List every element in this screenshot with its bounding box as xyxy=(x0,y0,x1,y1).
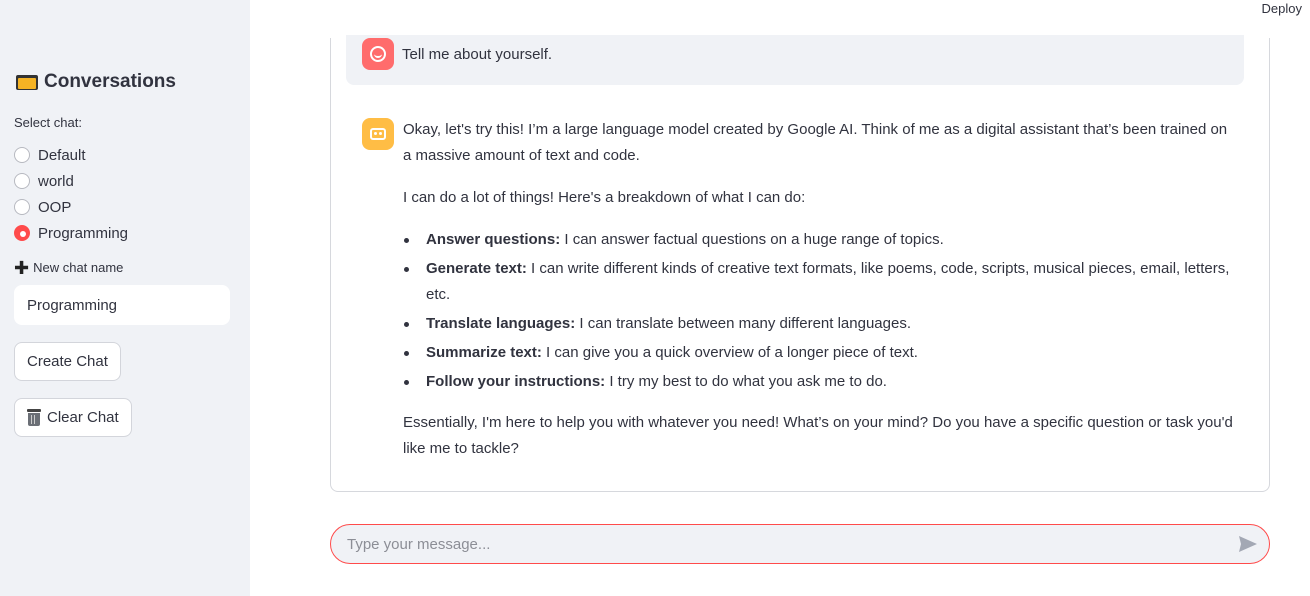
user-message-text: Tell me about yourself. xyxy=(402,46,553,63)
new-chat-label-text: New chat name xyxy=(33,260,124,275)
user-avatar-icon xyxy=(362,38,394,70)
select-chat-label: Select chat: xyxy=(14,115,82,130)
assistant-intro: Okay, let's try this! I’m a large langua… xyxy=(403,121,1228,164)
assistant-message-content: Okay, let's try this! I’m a large langua… xyxy=(403,117,1239,478)
folder-icon xyxy=(16,74,38,90)
radio-button-selected[interactable] xyxy=(14,225,30,241)
new-chat-name-input[interactable] xyxy=(14,285,230,325)
chat-option-oop[interactable]: OOP xyxy=(14,194,128,220)
radio-button[interactable] xyxy=(14,173,30,189)
chat-option-label: Programming xyxy=(38,224,129,242)
deploy-button[interactable]: Deploy xyxy=(1262,1,1302,16)
user-message: Tell me about yourself. xyxy=(346,35,1244,85)
assistant-message: Okay, let's try this! I’m a large langua… xyxy=(330,38,1270,492)
list-item: Follow your instructions: I try my best … xyxy=(403,369,1239,395)
chat-input-container xyxy=(330,524,1270,564)
assistant-closing: Essentially, I'm here to help you with w… xyxy=(403,414,1233,457)
radio-button[interactable] xyxy=(14,199,30,215)
sidebar-title-text: Conversations xyxy=(44,71,176,92)
send-icon[interactable] xyxy=(1238,535,1258,553)
chat-option-default[interactable]: Default xyxy=(14,142,128,168)
sidebar-title: Conversations xyxy=(16,71,176,93)
chat-option-programming[interactable]: Programming xyxy=(14,220,128,246)
trash-icon xyxy=(27,409,41,426)
clear-chat-button[interactable]: Clear Chat xyxy=(14,398,132,437)
list-item: Summarize text: I can give you a quick o… xyxy=(403,340,1239,366)
radio-button[interactable] xyxy=(14,147,30,163)
chat-option-label: Default xyxy=(38,146,86,164)
create-chat-button-label: Create Chat xyxy=(27,353,108,370)
sidebar: Conversations Select chat: Default world… xyxy=(0,0,250,596)
bot-avatar-icon xyxy=(362,118,394,150)
chat-option-world[interactable]: world xyxy=(14,168,128,194)
chat-radio-group: Default world OOP Programming xyxy=(14,142,128,246)
clear-chat-button-label: Clear Chat xyxy=(47,409,119,426)
assistant-lead: I can do a lot of things! Here's a break… xyxy=(403,189,806,206)
list-item: Answer questions: I can answer factual q… xyxy=(403,227,1239,253)
chat-option-label: world xyxy=(38,172,74,190)
list-item: Translate languages: I can translate bet… xyxy=(403,311,1239,337)
capability-list: Answer questions: I can answer factual q… xyxy=(403,227,1239,395)
new-chat-label: ✚ New chat name xyxy=(14,257,124,278)
create-chat-button[interactable]: Create Chat xyxy=(14,342,121,381)
list-item: Generate text: I can write different kin… xyxy=(403,256,1239,308)
chat-option-label: OOP xyxy=(38,198,72,216)
chat-input[interactable] xyxy=(347,525,1227,563)
plus-icon: ✚ xyxy=(14,257,30,278)
